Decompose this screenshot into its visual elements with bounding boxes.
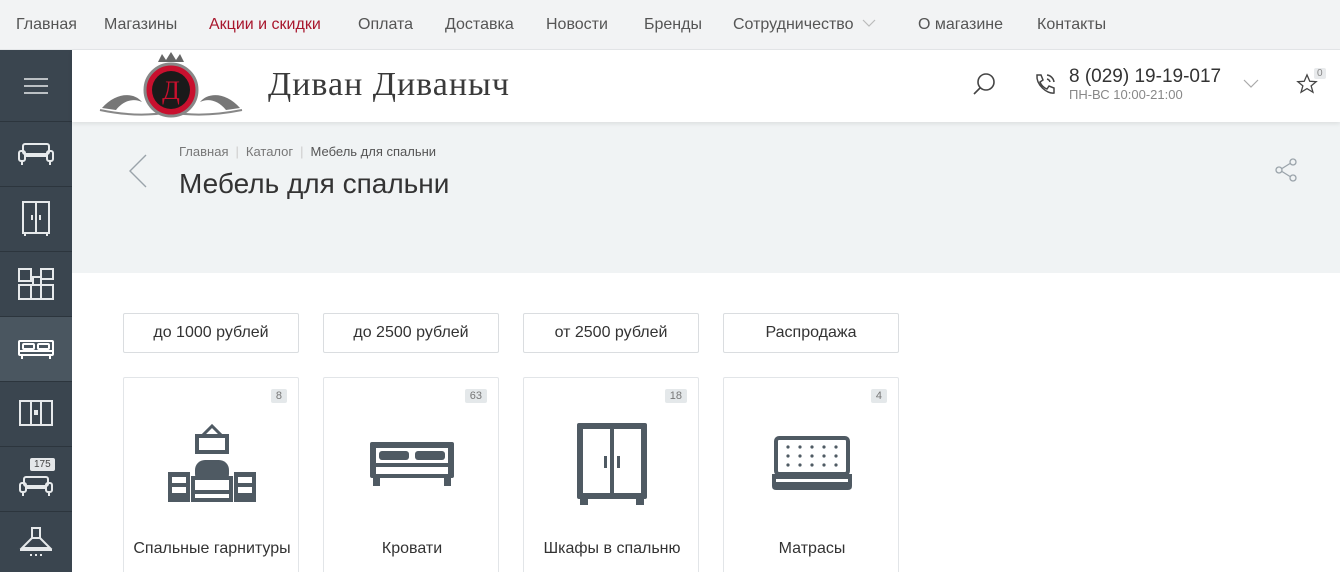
site-logo[interactable]: Д Диван Диваныч xyxy=(98,50,538,122)
chevron-down-icon xyxy=(862,19,875,27)
sidebar-item-wardrobes[interactable] xyxy=(0,187,72,252)
filter-button-under-2500[interactable]: до 2500 рублей xyxy=(323,313,499,353)
breadcrumb-separator: | xyxy=(235,144,239,159)
armchair-icon xyxy=(19,476,53,496)
sidebar-menu-toggle[interactable] xyxy=(0,50,72,122)
category-card-bedroom-sets[interactable]: 8 Спальные гарнитуры xyxy=(123,377,299,572)
menu-icon xyxy=(24,77,48,94)
breadcrumb-link-catalog[interactable]: Каталог xyxy=(246,144,293,159)
sidebar-item-closets[interactable] xyxy=(0,382,72,447)
wardrobe-icon xyxy=(22,201,50,236)
closet-icon xyxy=(19,400,53,426)
kitchen-icon xyxy=(18,268,54,300)
wardrobe-icon xyxy=(577,423,647,505)
nav-link-payment[interactable]: Оплата xyxy=(358,16,413,34)
breadcrumb-current: Мебель для спальни xyxy=(310,144,437,159)
category-label: Кровати xyxy=(381,540,443,557)
phone-icon xyxy=(1036,74,1055,94)
share-icon[interactable] xyxy=(1274,158,1298,182)
breadcrumb-link-home[interactable]: Главная xyxy=(179,144,228,159)
nav-link-home[interactable]: Главная xyxy=(16,16,77,34)
nav-link-cooperation[interactable]: Сотрудничество xyxy=(733,16,854,33)
breadcrumb-separator: | xyxy=(300,144,304,159)
breadcrumb: Главная | Каталог | Мебель для спальни xyxy=(179,144,436,159)
category-card-mattresses[interactable]: 4 Матрасы xyxy=(723,377,899,572)
category-card-beds[interactable]: 63 Кровати xyxy=(323,377,499,572)
bed-icon xyxy=(370,442,454,486)
logo-title: Диван Диваныч xyxy=(268,66,511,103)
sidebar-item-sofas[interactable] xyxy=(0,122,72,187)
nav-link-news[interactable]: Новости xyxy=(546,16,608,34)
page-title: Мебель для спальни xyxy=(179,168,450,199)
page-header: Главная | Каталог | Мебель для спальни Мебел… xyxy=(72,122,1340,273)
bed-icon xyxy=(18,340,54,359)
chevron-down-icon[interactable] xyxy=(1243,79,1259,88)
filter-button-sale[interactable]: Распродажа xyxy=(723,313,899,353)
sidebar-item-kitchens[interactable] xyxy=(0,252,72,317)
search-icon[interactable] xyxy=(973,72,997,96)
filter-button-over-2500[interactable]: от 2500 рублей xyxy=(523,313,699,353)
phone-number[interactable]: 8 (029) 19-19-017 xyxy=(1069,66,1221,88)
category-count-badge: 63 xyxy=(464,389,487,403)
logo-emblem: Д xyxy=(99,52,243,118)
nav-link-delivery[interactable]: Доставка xyxy=(445,16,514,34)
category-label: Матрасы xyxy=(778,540,846,557)
back-arrow-icon[interactable] xyxy=(128,154,148,188)
site-header: Д Диван Диваныч 8 (029) 19-19-017 ПН-ВС … xyxy=(72,50,1340,122)
category-count-badge: 18 xyxy=(664,389,687,403)
nav-link-contacts[interactable]: Контакты xyxy=(1037,16,1106,34)
category-count-badge: 4 xyxy=(870,389,887,403)
sidebar-item-soft-furniture[interactable]: 175 xyxy=(0,447,72,512)
category-label: Спальные гарнитуры xyxy=(133,540,291,557)
nav-link-sales[interactable]: Акции и скидки xyxy=(209,16,321,34)
bedroom-set-icon xyxy=(168,423,256,502)
nav-link-stores[interactable]: Магазины xyxy=(104,16,177,34)
working-hours: ПН-ВС 10:00-21:00 xyxy=(1069,87,1183,102)
catalog-sidebar: 175 xyxy=(0,50,72,572)
nav-item-cooperation[interactable]: Сотрудничество xyxy=(733,16,876,34)
sidebar-item-bedroom[interactable] xyxy=(0,317,72,382)
sidebar-item-appliances[interactable] xyxy=(0,512,72,572)
nav-link-about[interactable]: О магазине xyxy=(918,16,1003,34)
sofa-icon xyxy=(18,143,54,165)
category-count-badge: 8 xyxy=(270,389,287,403)
nav-link-brands[interactable]: Бренды xyxy=(644,16,702,34)
mattress-icon xyxy=(772,436,852,490)
sidebar-count-badge: 175 xyxy=(30,458,55,471)
favorites-count-badge: 0 xyxy=(1314,68,1326,79)
svg-text:Д: Д xyxy=(162,76,180,105)
range-hood-icon xyxy=(19,527,53,556)
category-card-wardrobes[interactable]: 18 Шкафы в спальню xyxy=(523,377,699,572)
category-label: Шкафы в спальню xyxy=(543,540,681,557)
top-navigation: Главная Магазины Акции и скидки Оплата Д… xyxy=(0,0,1340,50)
filter-button-under-1000[interactable]: до 1000 рублей xyxy=(123,313,299,353)
